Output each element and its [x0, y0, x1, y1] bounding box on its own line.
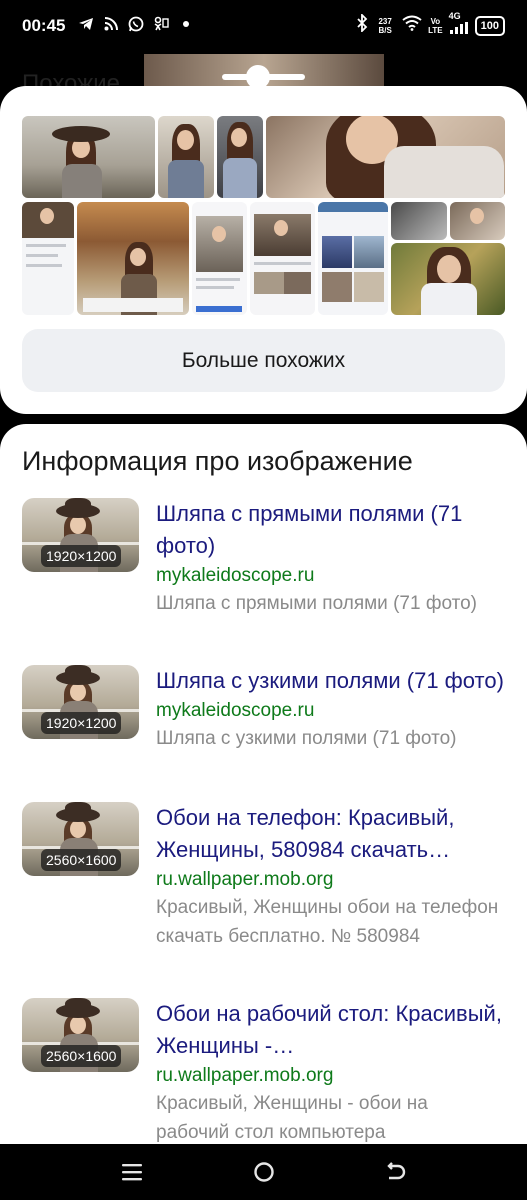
dimensions-badge: 1920×1200 [41, 712, 122, 734]
dimensions-badge: 2560×1600 [41, 849, 122, 871]
result-item[interactable]: 2560×1600 Обои на рабочий стол: Красивый… [22, 998, 505, 1144]
result-domain-link[interactable]: ru.wallpaper.mob.org [156, 1062, 506, 1089]
result-thumbnail[interactable]: 1920×1200 [22, 665, 139, 739]
info-section-title: Информация про изображение [22, 446, 413, 476]
result-snippet: Красивый, Женщины - обои на рабочий стол… [156, 1093, 428, 1143]
similar-image[interactable] [22, 116, 155, 198]
dimensions-badge: 1920×1200 [41, 545, 122, 567]
more-similar-button[interactable]: Больше похожих [22, 329, 505, 392]
status-bar: 00:45 237 B/S Vo LTE 4G 100 [0, 0, 527, 54]
similar-image[interactable] [391, 202, 447, 240]
whatsapp-icon [128, 15, 144, 33]
cell-signal: 4G [449, 12, 469, 39]
similar-image[interactable] [318, 202, 388, 315]
bluetooth-icon [356, 12, 368, 37]
image-info-card: Информация про изображение 1920×1200 Шля… [0, 424, 527, 1144]
drag-handle[interactable] [222, 74, 305, 80]
result-title-link[interactable]: Шляпа с узкими полями (71 фото) [156, 665, 506, 697]
back-icon[interactable] [380, 1158, 410, 1186]
menu-icon[interactable] [117, 1158, 147, 1186]
telegram-icon [78, 15, 94, 33]
similar-image[interactable] [250, 202, 315, 315]
similar-image[interactable] [266, 116, 505, 198]
result-domain-link[interactable]: mykaleidoscope.ru [156, 697, 506, 724]
result-item[interactable]: 1920×1200 Шляпа с прямыми полями (71 фот… [22, 498, 505, 658]
result-item[interactable]: 2560×1600 Обои на телефон: Красивый, Жен… [22, 802, 505, 992]
network-speed: 237 B/S [378, 16, 392, 35]
similar-image[interactable] [77, 202, 189, 315]
volte-indicator: Vo LTE [428, 16, 443, 35]
battery-indicator: 100 [474, 15, 505, 36]
result-snippet: Красивый, Женщины обои на телефон скачат… [156, 897, 499, 947]
similar-image[interactable] [217, 116, 263, 198]
result-domain-link[interactable]: ru.wallpaper.mob.org [156, 866, 506, 893]
result-domain-link[interactable]: mykaleidoscope.ru [156, 562, 506, 589]
result-snippet: Шляпа с узкими полями (71 фото) [156, 728, 457, 749]
result-thumbnail[interactable]: 2560×1600 [22, 802, 139, 876]
result-title-link[interactable]: Обои на рабочий стол: Красивый, Женщины … [156, 998, 506, 1062]
similar-images-grid [22, 114, 505, 316]
system-status: 237 B/S Vo LTE 4G 100 [356, 12, 505, 39]
status-time: 00:45 [22, 16, 66, 35]
result-title-link[interactable]: Обои на телефон: Красивый, Женщины, 5809… [156, 802, 506, 866]
result-thumbnail[interactable]: 1920×1200 [22, 498, 139, 572]
result-thumbnail[interactable]: 2560×1600 [22, 998, 139, 1072]
system-nav-bar [0, 1144, 527, 1200]
home-icon[interactable] [249, 1158, 279, 1186]
result-snippet: Шляпа с прямыми полями (71 фото) [156, 593, 477, 614]
similar-image[interactable] [391, 243, 505, 315]
similar-image[interactable] [22, 202, 74, 315]
result-title-link[interactable]: Шляпа с прямыми полями (71 фото) [156, 498, 506, 562]
dimensions-badge: 2560×1600 [41, 1045, 122, 1067]
signal-icon [449, 21, 469, 39]
similar-image[interactable] [450, 202, 505, 240]
dot-icon [178, 15, 194, 33]
rss-icon [103, 15, 119, 33]
similar-image[interactable] [158, 116, 214, 198]
network-type: 4G [448, 11, 461, 21]
notification-icons [78, 15, 194, 33]
similar-image[interactable] [192, 202, 247, 315]
odnoklassniki-icon [153, 15, 169, 33]
wifi-icon [402, 15, 422, 36]
result-item[interactable]: 1920×1200 Шляпа с узкими полями (71 фото… [22, 665, 505, 795]
